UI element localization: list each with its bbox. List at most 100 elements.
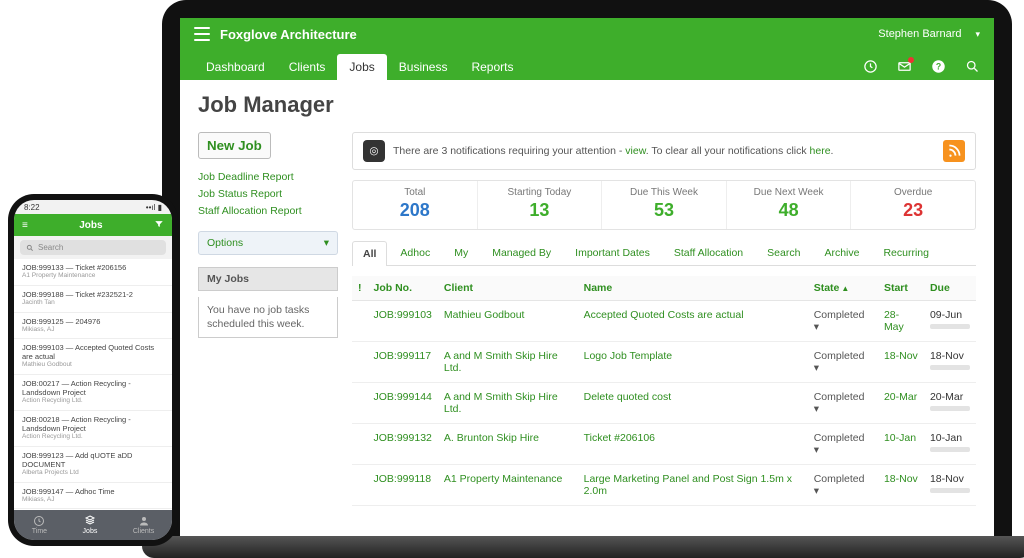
cell-name[interactable]: Large Marketing Panel and Post Sign 1.5m… [578, 465, 808, 506]
cell-state[interactable]: Completed ▾ [808, 424, 878, 465]
cell-jobno[interactable]: JOB:999132 [368, 424, 438, 465]
cell-jobno[interactable]: JOB:999118 [368, 465, 438, 506]
nav-tab-dashboard[interactable]: Dashboard [194, 54, 277, 80]
phone-job-list[interactable]: JOB:999133 — Ticket #206156A1 Property M… [14, 259, 172, 510]
nav-tab-reports[interactable]: Reports [459, 54, 525, 80]
list-item[interactable]: JOB:999147 — Adhoc TimeMikiass, AJ [14, 483, 172, 510]
list-item[interactable]: JOB:999123 — Add qUOTE aDD DOCUMENTAlber… [14, 447, 172, 483]
col-state[interactable]: State▲ [808, 276, 878, 301]
col-due[interactable]: Due [924, 276, 976, 301]
phone-tab-jobs[interactable]: Jobs [83, 515, 98, 535]
cell-name[interactable]: Accepted Quoted Costs are actual [578, 301, 808, 342]
cell-state[interactable]: Completed ▾ [808, 383, 878, 424]
cell-start: 28-May [878, 301, 924, 342]
cell-jobno[interactable]: JOB:999144 [368, 383, 438, 424]
jobs-table: ! Job No. Client Name State▲ Start Due J… [352, 276, 976, 506]
stat-card[interactable]: Due Next Week48 [727, 181, 852, 229]
cell-start: 18-Nov [878, 342, 924, 383]
col-name[interactable]: Name [578, 276, 808, 301]
cell-jobno[interactable]: JOB:999117 [368, 342, 438, 383]
cell-name[interactable]: Logo Job Template [578, 342, 808, 383]
nav-tab-jobs[interactable]: Jobs [337, 54, 386, 80]
table-row[interactable]: JOB:999132A. Brunton Skip HireTicket #20… [352, 424, 976, 465]
notif-here-link[interactable]: here [810, 145, 831, 157]
menu-icon[interactable]: ≡ [22, 220, 28, 231]
mail-icon[interactable] [896, 58, 912, 74]
cell-name[interactable]: Ticket #206106 [578, 424, 808, 465]
list-item[interactable]: JOB:999188 — Ticket #232521-2Jacinth Tan [14, 286, 172, 313]
notif-view-link[interactable]: view [625, 145, 645, 157]
subtab-adhoc[interactable]: Adhoc [389, 240, 441, 265]
sidebar-link[interactable]: Job Status Report [198, 188, 338, 200]
table-row[interactable]: JOB:999144A and M Smith Skip Hire Ltd.De… [352, 383, 976, 424]
cell-client[interactable]: A and M Smith Skip Hire Ltd. [438, 342, 578, 383]
subtab-my[interactable]: My [443, 240, 479, 265]
clock-icon[interactable] [862, 58, 878, 74]
help-icon[interactable]: ? [930, 58, 946, 74]
stat-card[interactable]: Due This Week 53 [602, 181, 727, 229]
list-item[interactable]: JOB:00217 — Action Recycling - Landsdown… [14, 375, 172, 411]
table-row[interactable]: JOB:999103Mathieu GodboutAccepted Quoted… [352, 301, 976, 342]
stat-value: 13 [478, 200, 602, 221]
table-row[interactable]: JOB:999118A1 Property MaintenanceLarge M… [352, 465, 976, 506]
list-item[interactable]: JOB:999103 — Accepted Quoted Costs are a… [14, 339, 172, 375]
subtab-archive[interactable]: Archive [813, 240, 870, 265]
main-nav: DashboardClientsJobsBusinessReports ? [180, 50, 994, 80]
list-item[interactable]: JOB:999125 — 204976Mikiass, AJ [14, 313, 172, 340]
stat-card[interactable]: Starting Today13 [478, 181, 603, 229]
cell-name[interactable]: Delete quoted cost [578, 383, 808, 424]
col-jobno[interactable]: Job No. [368, 276, 438, 301]
stat-card[interactable]: Overdue23 [851, 181, 975, 229]
options-label: Options [207, 237, 243, 249]
cell-state[interactable]: Completed ▾ [808, 301, 878, 342]
phone-tab-time[interactable]: Time [32, 515, 47, 535]
phone-search-input[interactable]: Search [20, 240, 166, 255]
cell-state[interactable]: Completed ▾ [808, 465, 878, 506]
notification-text: There are 3 notifications requiring your… [393, 145, 833, 157]
cell-client[interactable]: A. Brunton Skip Hire [438, 424, 578, 465]
notification-icon: ◎ [363, 140, 385, 162]
cell-client[interactable]: Mathieu Godbout [438, 301, 578, 342]
cell-due: 20-Mar [924, 383, 976, 424]
sidebar-link[interactable]: Job Deadline Report [198, 171, 338, 183]
subtab-managed-by[interactable]: Managed By [481, 240, 562, 265]
caret-down-icon[interactable]: ▾ [975, 29, 980, 40]
search-icon[interactable] [964, 58, 980, 74]
caret-down-icon: ▾ [324, 237, 329, 249]
col-flag[interactable]: ! [352, 276, 368, 301]
user-name[interactable]: Stephen Barnard [878, 28, 961, 40]
nav-tab-clients[interactable]: Clients [277, 54, 338, 80]
nav-tab-business[interactable]: Business [387, 54, 460, 80]
stat-card[interactable]: Total208 [353, 181, 478, 229]
cell-client[interactable]: A and M Smith Skip Hire Ltd. [438, 383, 578, 424]
stat-label: Due Next Week [727, 187, 851, 198]
filter-icon[interactable] [154, 219, 164, 232]
cell-state[interactable]: Completed ▾ [808, 342, 878, 383]
list-item[interactable]: JOB:00218 — Action Recycling - Landsdown… [14, 411, 172, 447]
col-start[interactable]: Start [878, 276, 924, 301]
stat-value: 53 [602, 200, 726, 221]
phone-frame: 8:22 ••ıl ▮ ≡ Jobs Search JOB:999133 — T… [8, 194, 178, 546]
cell-client[interactable]: A1 Property Maintenance [438, 465, 578, 506]
cell-jobno[interactable]: JOB:999103 [368, 301, 438, 342]
col-client[interactable]: Client [438, 276, 578, 301]
rss-icon[interactable] [943, 140, 965, 162]
sidebar: New Job Job Deadline Report Job Status Re… [198, 132, 338, 524]
subtab-important-dates[interactable]: Important Dates [564, 240, 661, 265]
my-jobs-header: My Jobs [198, 267, 338, 291]
menu-icon[interactable] [194, 27, 210, 41]
list-item[interactable]: JOB:999133 — Ticket #206156A1 Property M… [14, 259, 172, 286]
new-job-button[interactable]: New Job [198, 132, 271, 159]
sidebar-link[interactable]: Staff Allocation Report [198, 205, 338, 217]
subtab-recurring[interactable]: Recurring [872, 240, 940, 265]
subtab-search[interactable]: Search [756, 240, 811, 265]
table-row[interactable]: JOB:999117A and M Smith Skip Hire Ltd.Lo… [352, 342, 976, 383]
subtab-staff-allocation[interactable]: Staff Allocation [663, 240, 754, 265]
phone-tab-clients[interactable]: Clients [133, 515, 154, 535]
stat-label: Due This Week [602, 187, 726, 198]
cell-due: 10-Jan [924, 424, 976, 465]
phone-status-bar: 8:22 ••ıl ▮ [14, 200, 172, 214]
subtab-all[interactable]: All [352, 241, 387, 266]
options-dropdown[interactable]: Options ▾ [198, 231, 338, 255]
svg-text:?: ? [935, 61, 940, 71]
